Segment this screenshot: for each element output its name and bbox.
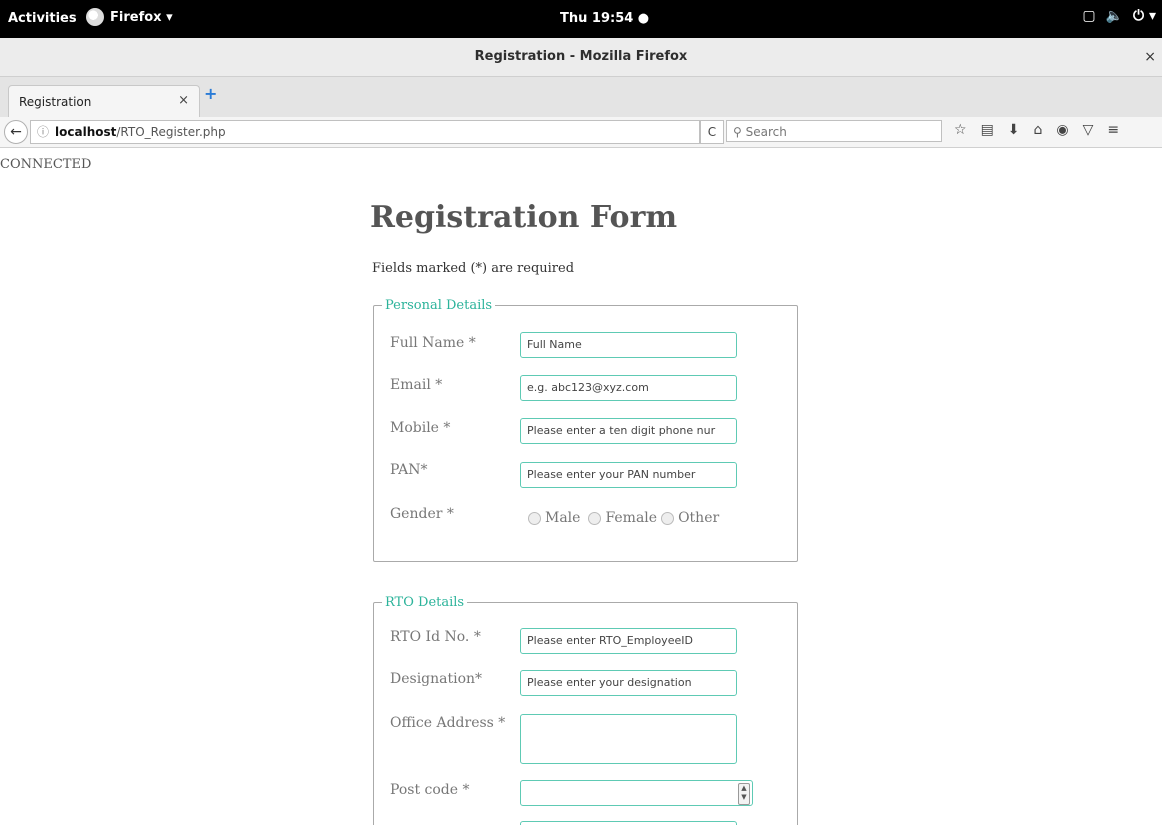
full-name-label: Full Name * xyxy=(390,335,476,351)
gender-other-label: Other xyxy=(678,510,720,526)
reading-list-icon[interactable]: ▤ xyxy=(981,122,994,138)
tab-registration[interactable]: Registration × xyxy=(8,85,200,118)
page-title: Registration Form xyxy=(370,200,678,235)
tab-strip: Registration × xyxy=(0,77,1162,118)
back-button[interactable]: ← xyxy=(4,120,28,144)
office-address-field[interactable] xyxy=(520,714,737,764)
designation-field[interactable]: Please enter your designation xyxy=(520,670,737,696)
connection-status: CONNECTED xyxy=(0,157,92,172)
rto-id-field[interactable]: Please enter RTO_EmployeeID xyxy=(520,628,737,654)
navigation-bar: ← ⓘ localhost/RTO_Register.php C ⚲ Search… xyxy=(0,117,1162,148)
url-bar[interactable]: ⓘ localhost/RTO_Register.php xyxy=(30,120,700,144)
downloads-icon[interactable]: ⬇ xyxy=(1008,122,1020,138)
required-fields-note: Fields marked (*) are required xyxy=(372,261,575,276)
url-path: /RTO_Register.php xyxy=(116,125,226,139)
firefox-logo-icon xyxy=(86,8,104,26)
designation-label: Designation* xyxy=(390,671,483,687)
email-field[interactable]: e.g. abc123@xyz.com xyxy=(520,375,737,401)
gender-male-label: Male xyxy=(545,510,581,526)
window-title-bar: Registration - Mozilla Firefox × xyxy=(0,38,1162,77)
reload-button[interactable]: C xyxy=(700,120,724,144)
toolbar-icons: ☆ ▤ ⬇ ⌂ ◉ ▽ ≡ xyxy=(954,122,1119,138)
app-menu-label: Firefox ▾ xyxy=(110,9,173,25)
new-tab-button[interactable]: + xyxy=(204,84,217,103)
pan-label: PAN* xyxy=(390,462,428,478)
clock[interactable]: Thu 19:54 ● xyxy=(560,11,649,26)
post-code-label: Post code * xyxy=(390,782,470,798)
volume-icon[interactable]: 🔈 xyxy=(1106,8,1123,24)
tab-label: Registration xyxy=(19,95,92,109)
search-placeholder: Search xyxy=(745,125,787,139)
gender-radio-group: Male Female Other xyxy=(524,510,719,526)
activities-button[interactable]: Activities xyxy=(8,11,77,26)
app-menu[interactable]: Firefox ▾ xyxy=(86,8,173,26)
window-title: Registration - Mozilla Firefox xyxy=(474,49,688,64)
email-label: Email * xyxy=(390,377,443,393)
mobile-label: Mobile * xyxy=(390,420,451,436)
power-icon[interactable]: ⏻ ▾ xyxy=(1133,8,1156,24)
full-name-field[interactable]: Full Name xyxy=(520,332,737,358)
post-code-stepper[interactable]: ▲ ▼ xyxy=(520,780,753,806)
menu-icon[interactable]: ≡ xyxy=(1107,122,1119,138)
page-content: CONNECTED Registration Form Fields marke… xyxy=(0,148,1162,825)
home-icon[interactable]: ⌂ xyxy=(1034,122,1043,138)
gender-label: Gender * xyxy=(390,506,454,522)
chat-icon[interactable]: ◉ xyxy=(1056,122,1068,138)
gender-female-radio[interactable] xyxy=(588,511,602,525)
gender-female-label: Female xyxy=(605,510,658,526)
gender-male-radio[interactable] xyxy=(528,511,541,525)
rto-id-label: RTO Id No. * xyxy=(390,629,481,645)
window-icon[interactable]: ▢ xyxy=(1082,8,1095,24)
personal-details-legend: Personal Details xyxy=(385,298,493,313)
window-close-button[interactable]: × xyxy=(1144,49,1156,65)
search-input[interactable]: ⚲ Search xyxy=(726,120,942,142)
tab-close-icon[interactable]: × xyxy=(178,93,189,108)
bookmark-star-icon[interactable]: ☆ xyxy=(954,122,967,138)
mobile-field[interactable]: Please enter a ten digit phone nur xyxy=(520,418,737,444)
office-address-label: Office Address * xyxy=(390,715,506,731)
system-tray[interactable]: ▢ 🔈 ⏻ ▾ xyxy=(1082,8,1156,24)
system-top-bar: Activities Firefox ▾ Thu 19:54 ● ▢ 🔈 ⏻ ▾ xyxy=(0,0,1162,38)
rto-details-legend: RTO Details xyxy=(385,595,465,610)
next-field-partial[interactable] xyxy=(520,821,737,825)
url-host: localhost xyxy=(55,125,117,139)
pocket-icon[interactable]: ▽ xyxy=(1083,122,1094,138)
info-icon[interactable]: ⓘ xyxy=(37,125,49,139)
pan-field[interactable]: Please enter your PAN number xyxy=(520,462,737,488)
gender-other-radio[interactable] xyxy=(661,511,675,525)
search-icon: ⚲ xyxy=(733,125,746,139)
spin-arrows-icon[interactable]: ▲ ▼ xyxy=(738,783,750,805)
